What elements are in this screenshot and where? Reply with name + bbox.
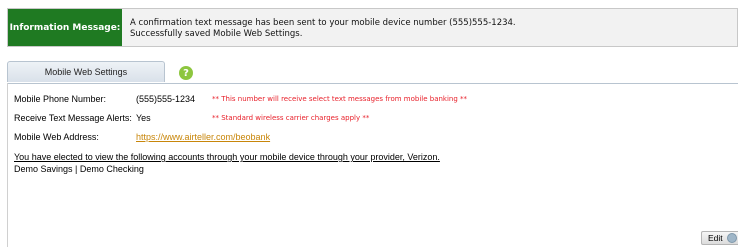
text-alerts-value: Yes (136, 113, 151, 123)
mobile-web-address-link[interactable]: https://www.airteller.com/beobank (136, 131, 270, 143)
phone-number-value: (555)555-1234 (136, 94, 196, 104)
information-message-label: Information Message: (8, 9, 122, 46)
mobile-web-address-label: Mobile Web Address: (14, 132, 99, 142)
edit-icon (726, 233, 737, 243)
accounts-list: Demo Savings | Demo Checking (14, 164, 144, 174)
tab-strip: Mobile Web Settings ? (7, 61, 738, 84)
accounts-statement: You have elected to view the following a… (14, 152, 440, 162)
information-message-bar: Information Message: A confirmation text… (7, 8, 738, 47)
success-message: Successfully saved Mobile Web Settings. (130, 29, 303, 39)
phone-number-label: Mobile Phone Number: (14, 94, 107, 104)
confirmation-message: A confirmation text message has been sen… (130, 18, 516, 28)
phone-number-note: ** This number will receive select text … (212, 95, 468, 103)
help-icon[interactable]: ? (179, 66, 193, 80)
tab-mobile-web-settings[interactable]: Mobile Web Settings (7, 61, 165, 82)
edit-button-label: Edit (708, 233, 723, 243)
mobile-web-settings-panel: Mobile Phone Number: (555)555-1234 ** Th… (7, 83, 738, 247)
information-message-text: A confirmation text message has been sen… (130, 18, 516, 40)
edit-button[interactable]: Edit (701, 231, 738, 245)
text-alerts-note: ** Standard wireless carrier charges app… (212, 114, 370, 122)
text-alerts-label: Receive Text Message Alerts: (14, 113, 132, 123)
